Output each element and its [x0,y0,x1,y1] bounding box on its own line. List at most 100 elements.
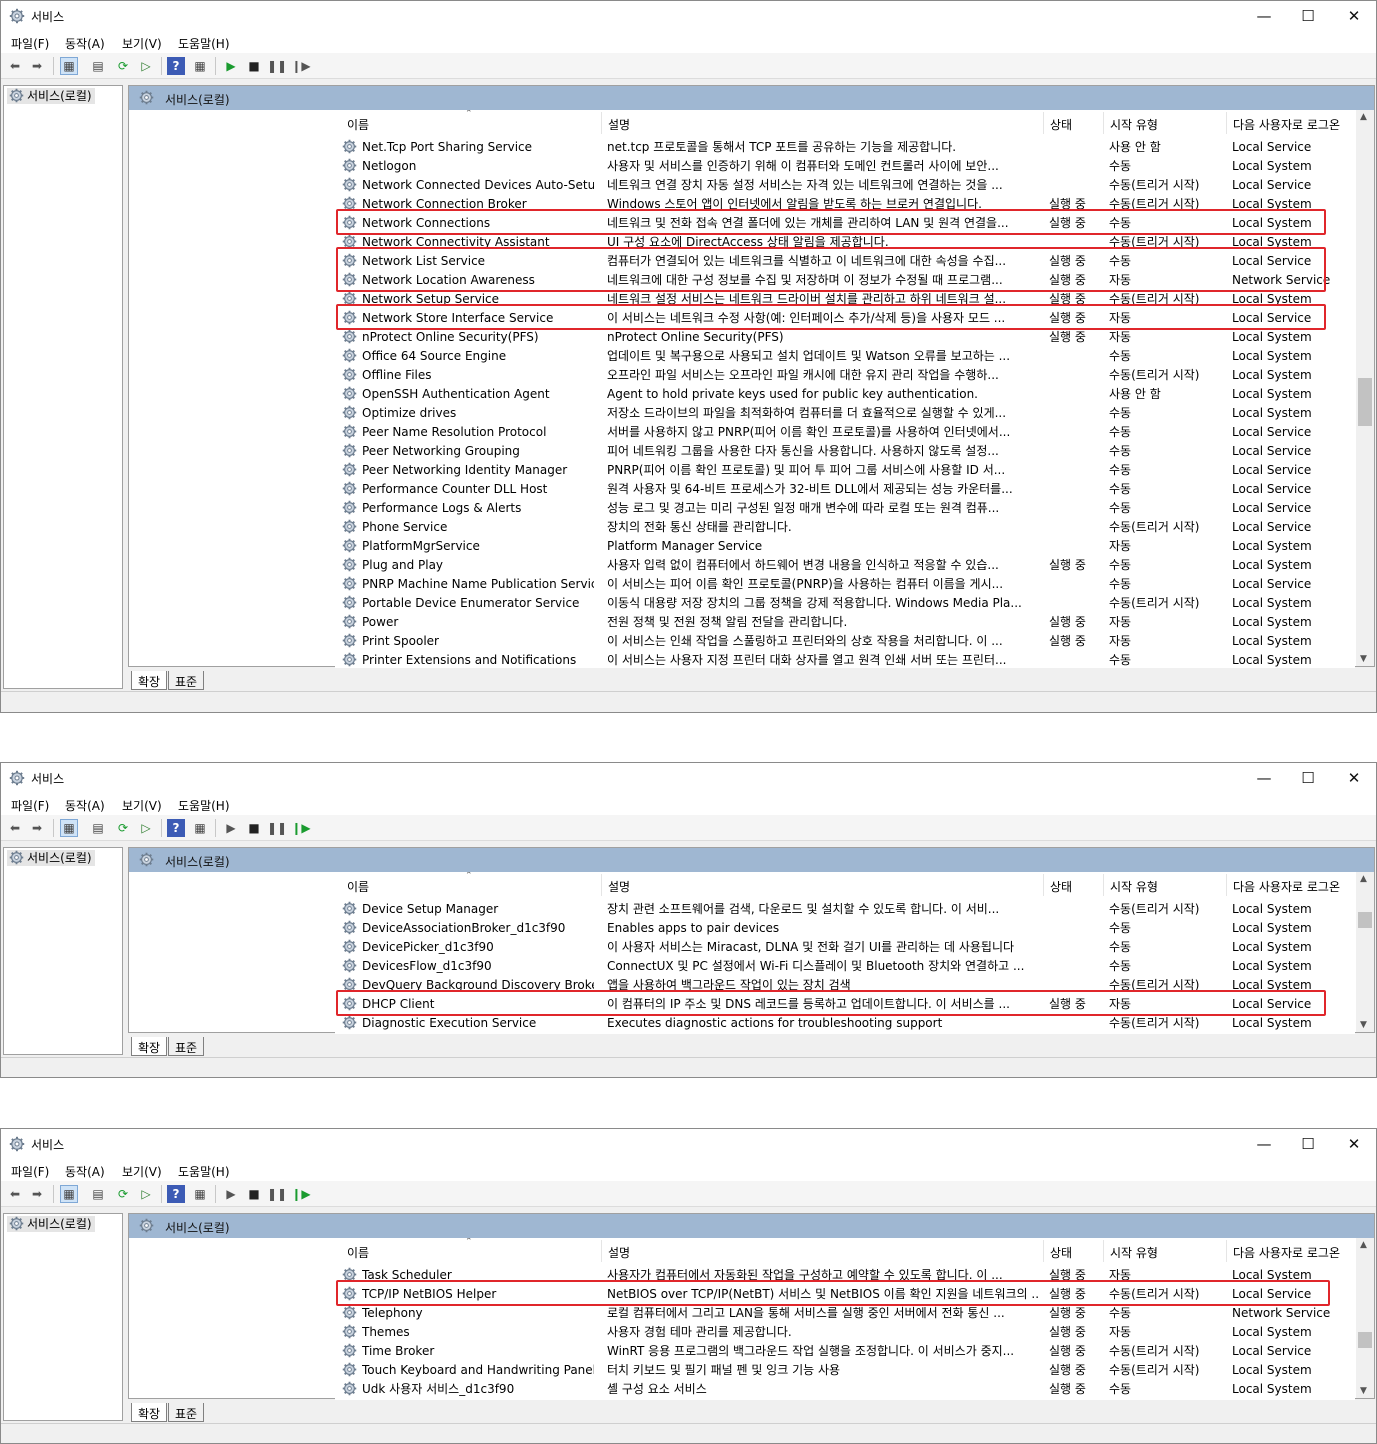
menu-item[interactable]: 보기(V) [122,35,162,52]
table-row[interactable]: nProtect Online Security(PFS) nProtect O… [335,328,1355,347]
menu-item[interactable]: 파일(F) [11,35,49,52]
column-description[interactable]: 설명 [608,116,630,133]
table-row[interactable]: Optimize drives 저장소 드라이브의 파일을 최적화하여 컴퓨터를… [335,404,1355,423]
tree-node-services-local[interactable]: 서비스(로컬) [7,88,95,104]
table-row[interactable]: Office 64 Source Engine 업데이트 및 복구용으로 사용되… [335,347,1355,366]
column-description[interactable]: 설명 [608,1244,630,1261]
menu-item[interactable]: 도움말(H) [178,797,230,814]
column-log-on-as[interactable]: 다음 사용자로 로그온 [1233,878,1340,895]
pause-icon[interactable]: ❚❚ [267,1185,287,1203]
table-row[interactable]: Offline Files 오프라인 파일 서비스는 오프라인 파일 캐시에 대… [335,366,1355,385]
scroll-down-icon[interactable]: ▼ [1360,1386,1367,1396]
column-startup-type[interactable]: 시작 유형 [1110,878,1158,895]
scroll-up-icon[interactable]: ▲ [1360,874,1367,884]
table-row[interactable]: Touch Keyboard and Handwriting Panel S..… [335,1361,1355,1380]
properties-icon[interactable]: ▤ [89,57,107,75]
column-startup-type[interactable]: 시작 유형 [1110,1244,1158,1261]
menu-item[interactable]: 동작(A) [65,797,105,814]
resume-icon[interactable]: ❙▶ [291,57,310,75]
refresh-icon[interactable]: ⟳ [114,819,132,837]
maximize-button[interactable]: ☐ [1285,1,1331,31]
tab-standard[interactable]: 표준 [168,1037,205,1056]
properties-icon[interactable]: ▤ [89,819,107,837]
table-row[interactable]: TCP/IP NetBIOS Helper NetBIOS over TCP/I… [335,1285,1355,1304]
table-row[interactable]: Performance Counter DLL Host 원격 사용자 및 64… [335,480,1355,499]
table-row[interactable]: Network Connectivity Assistant UI 구성 요소에… [335,233,1355,252]
table-row[interactable]: Network List Service 컴퓨터가 연결되어 있는 네트워크를 … [335,252,1355,271]
table-row[interactable]: Network Connections 네트워크 및 전화 접속 연결 폴더에 … [335,214,1355,233]
table-row[interactable]: Diagnostic Execution Service Executes di… [335,1014,1355,1033]
table-row[interactable]: Network Connected Devices Auto-Setup 네트워… [335,176,1355,195]
table-row[interactable]: PNRP Machine Name Publication Service 이 … [335,575,1355,594]
scroll-up-icon[interactable]: ▲ [1360,112,1367,122]
menu-item[interactable]: 파일(F) [11,1163,49,1180]
maximize-button[interactable]: ☐ [1285,763,1331,793]
table-row[interactable]: Device Setup Manager 장치 관련 소프트웨어를 검색, 다운… [335,900,1355,919]
resume-icon[interactable]: ❙▶ [291,1185,310,1203]
table-row[interactable]: DevQuery Background Discovery Broker 앱을 … [335,976,1355,995]
table-row[interactable]: Phone Service 장치의 전화 통신 상태를 관리합니다. 수동(트리… [335,518,1355,537]
play-icon[interactable]: ▶ [222,57,240,75]
menu-item[interactable]: 보기(V) [122,1163,162,1180]
stop-icon[interactable]: ■ [245,57,263,75]
tree-node-services-local[interactable]: 서비스(로컬) [7,1216,95,1232]
table-row[interactable]: Power 전원 정책 및 전원 정책 알림 전달을 관리합니다. 실행 중 자… [335,613,1355,632]
table-row[interactable]: Peer Networking Identity Manager PNRP(피어… [335,461,1355,480]
tab-extended[interactable]: 확장 [131,1403,168,1422]
pause-icon[interactable]: ❚❚ [267,819,287,837]
vertical-scrollbar[interactable]: ▲ ▼ [1356,872,1374,1032]
help-icon[interactable]: ? [167,57,185,75]
column-startup-type[interactable]: 시작 유형 [1110,116,1158,133]
tab-standard[interactable]: 표준 [168,1403,205,1422]
column-status[interactable]: 상태 [1050,878,1072,895]
show-hide-action-pane-icon[interactable]: ▦ [191,819,209,837]
table-row[interactable]: Plug and Play 사용자 입력 없이 컴퓨터에서 하드웨어 변경 내용… [335,556,1355,575]
tab-extended[interactable]: 확장 [131,1037,168,1056]
scroll-down-icon[interactable]: ▼ [1360,654,1367,664]
column-name[interactable]: 이름 [347,1244,369,1261]
console-tree-icon[interactable]: ▦ [60,819,78,837]
table-row[interactable]: Themes 사용자 경험 테마 관리를 제공합니다. 실행 중 자동 Loca… [335,1323,1355,1342]
tab-extended[interactable]: 확장 [131,671,168,690]
table-row[interactable]: Network Store Interface Service 이 서비스는 네… [335,309,1355,328]
menu-item[interactable]: 도움말(H) [178,35,230,52]
show-hide-action-pane-icon[interactable]: ▦ [191,1185,209,1203]
column-description[interactable]: 설명 [608,878,630,895]
back-arrow-icon[interactable]: ⬅ [6,57,24,75]
menu-item[interactable]: 보기(V) [122,797,162,814]
export-list-icon[interactable]: ▷ [137,57,155,75]
table-row[interactable]: Time Broker WinRT 응용 프로그램의 백그라운드 작업 실행을 … [335,1342,1355,1361]
table-row[interactable]: Netlogon 사용자 및 서비스를 인증하기 위해 이 컴퓨터와 도메인 컨… [335,157,1355,176]
maximize-button[interactable]: ☐ [1285,1129,1331,1159]
table-row[interactable]: Portable Device Enumerator Service 이동식 대… [335,594,1355,613]
stop-icon[interactable]: ■ [245,819,263,837]
help-icon[interactable]: ? [167,1185,185,1203]
scroll-thumb[interactable] [1358,912,1372,928]
minimize-button[interactable]: — [1241,763,1287,793]
table-row[interactable]: DevicesFlow_d1c3f90 ConnectUX 및 PC 설정에서 … [335,957,1355,976]
vertical-scrollbar[interactable]: ▲ ▼ [1356,1238,1374,1398]
table-row[interactable]: Print Spooler 이 서비스는 인쇄 작업을 스풀링하고 프린터와의 … [335,632,1355,651]
console-tree-icon[interactable]: ▦ [60,1185,78,1203]
table-row[interactable]: DeviceAssociationBroker_d1c3f90 Enables … [335,919,1355,938]
refresh-icon[interactable]: ⟳ [114,57,132,75]
scroll-up-icon[interactable]: ▲ [1360,1240,1367,1250]
refresh-icon[interactable]: ⟳ [114,1185,132,1203]
scroll-thumb[interactable] [1358,378,1372,426]
menu-item[interactable]: 도움말(H) [178,1163,230,1180]
console-tree-icon[interactable]: ▦ [60,57,78,75]
close-button[interactable]: ✕ [1331,1,1376,31]
tree-node-services-local[interactable]: 서비스(로컬) [7,850,95,866]
column-log-on-as[interactable]: 다음 사용자로 로그온 [1233,1244,1340,1261]
tab-standard[interactable]: 표준 [168,671,205,690]
table-row[interactable]: Network Setup Service 네트워크 설정 서비스는 네트워크 … [335,290,1355,309]
table-row[interactable]: PlatformMgrService Platform Manager Serv… [335,537,1355,556]
table-row[interactable]: OpenSSH Authentication Agent Agent to ho… [335,385,1355,404]
close-button[interactable]: ✕ [1331,1129,1376,1159]
menu-item[interactable]: 파일(F) [11,797,49,814]
table-row[interactable]: Peer Networking Grouping 피어 네트워킹 그룹을 사용한… [335,442,1355,461]
vertical-scrollbar[interactable]: ▲ ▼ [1356,110,1374,666]
table-row[interactable]: DHCP Client 이 컴퓨터의 IP 주소 및 DNS 레코드를 등록하고… [335,995,1355,1014]
table-row[interactable]: Udk 사용자 서비스_d1c3f90 셸 구성 요소 서비스 실행 중 수동 … [335,1380,1355,1399]
stop-icon[interactable]: ■ [245,1185,263,1203]
